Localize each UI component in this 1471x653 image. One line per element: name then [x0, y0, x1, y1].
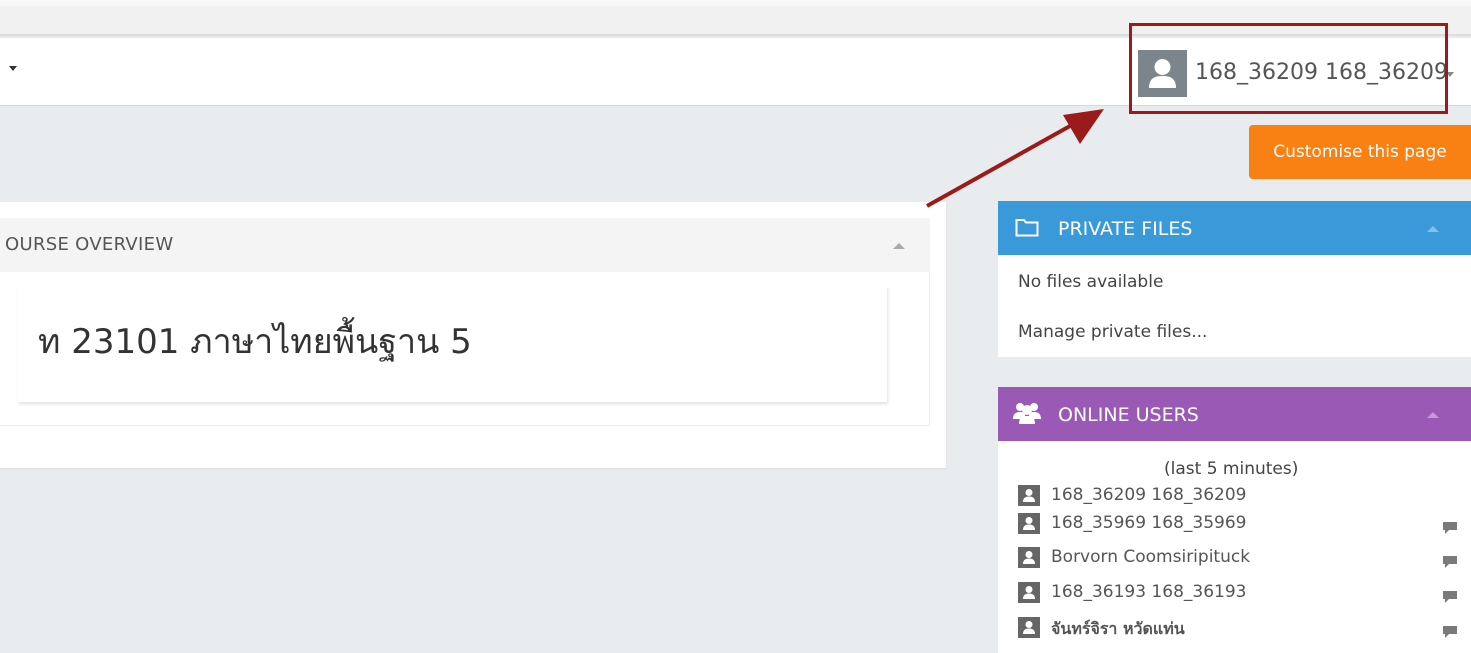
course-overview-block: OURSE OVERVIEW ท 23101 ภาษาไทยพื้นฐาน 5 — [0, 202, 946, 468]
private-files-title: PRIVATE FILES — [1058, 218, 1193, 240]
nav-dropdown-caret-icon[interactable] — [9, 66, 17, 71]
online-user-name[interactable]: 168_35969 168_35969 — [1051, 513, 1246, 533]
course-overview-header: OURSE OVERVIEW — [0, 218, 930, 272]
online-user-row[interactable]: Borvorn Coomsiripituck — [1018, 547, 1458, 569]
users-icon — [1013, 403, 1041, 424]
online-users-block: ONLINE USERS (last 5 minutes) 168_36209 … — [998, 387, 1471, 653]
online-user-row[interactable]: จันทร์จิรา หวัดแท่น — [1018, 617, 1458, 639]
online-users-title: ONLINE USERS — [1058, 404, 1199, 426]
top-strip-shade — [0, 0, 1471, 6]
message-icon[interactable] — [1442, 521, 1458, 535]
customise-page-button[interactable]: Customise this page — [1249, 125, 1471, 179]
user-icon — [1018, 485, 1040, 506]
manage-private-files-link[interactable]: Manage private files... — [1018, 322, 1207, 342]
course-overview-content: ท 23101 ภาษาไทยพื้นฐาน 5 — [0, 272, 930, 426]
folder-icon — [1015, 219, 1039, 237]
online-user-name[interactable]: 168_36193 168_36193 — [1051, 582, 1246, 602]
online-user-row[interactable]: 168_36209 168_36209 — [1018, 485, 1458, 507]
online-user-name[interactable]: Borvorn Coomsiripituck — [1051, 547, 1250, 567]
online-users-header: ONLINE USERS — [998, 387, 1471, 441]
course-overview-title: OURSE OVERVIEW — [5, 234, 174, 255]
user-icon — [1018, 547, 1040, 568]
online-user-row[interactable]: 168_35969 168_35969 — [1018, 513, 1458, 535]
online-user-name[interactable]: 168_36209 168_36209 — [1051, 485, 1246, 505]
online-users-collapse-icon[interactable] — [1427, 412, 1439, 418]
course-name-link[interactable]: ท 23101 ภาษาไทยพื้นฐาน 5 — [38, 314, 472, 368]
message-icon[interactable] — [1442, 590, 1458, 604]
private-files-collapse-icon[interactable] — [1427, 226, 1439, 232]
private-files-block: PRIVATE FILES No files available Manage … — [998, 201, 1471, 357]
private-files-header: PRIVATE FILES — [998, 201, 1471, 255]
online-user-row[interactable]: 168_36193 168_36193 — [1018, 582, 1458, 604]
message-icon[interactable] — [1442, 625, 1458, 639]
online-users-subtitle: (last 5 minutes) — [1164, 459, 1299, 479]
online-user-name[interactable]: จันทร์จิรา หวัดแท่น — [1051, 617, 1185, 642]
user-menu-highlight-box — [1129, 23, 1448, 114]
message-icon[interactable] — [1442, 555, 1458, 569]
no-files-text: No files available — [1018, 272, 1164, 292]
course-card[interactable]: ท 23101 ภาษาไทยพื้นฐาน 5 — [18, 286, 887, 402]
course-overview-collapse-icon[interactable] — [893, 243, 905, 249]
user-icon — [1018, 513, 1040, 534]
user-icon — [1018, 617, 1040, 638]
user-icon — [1018, 582, 1040, 603]
